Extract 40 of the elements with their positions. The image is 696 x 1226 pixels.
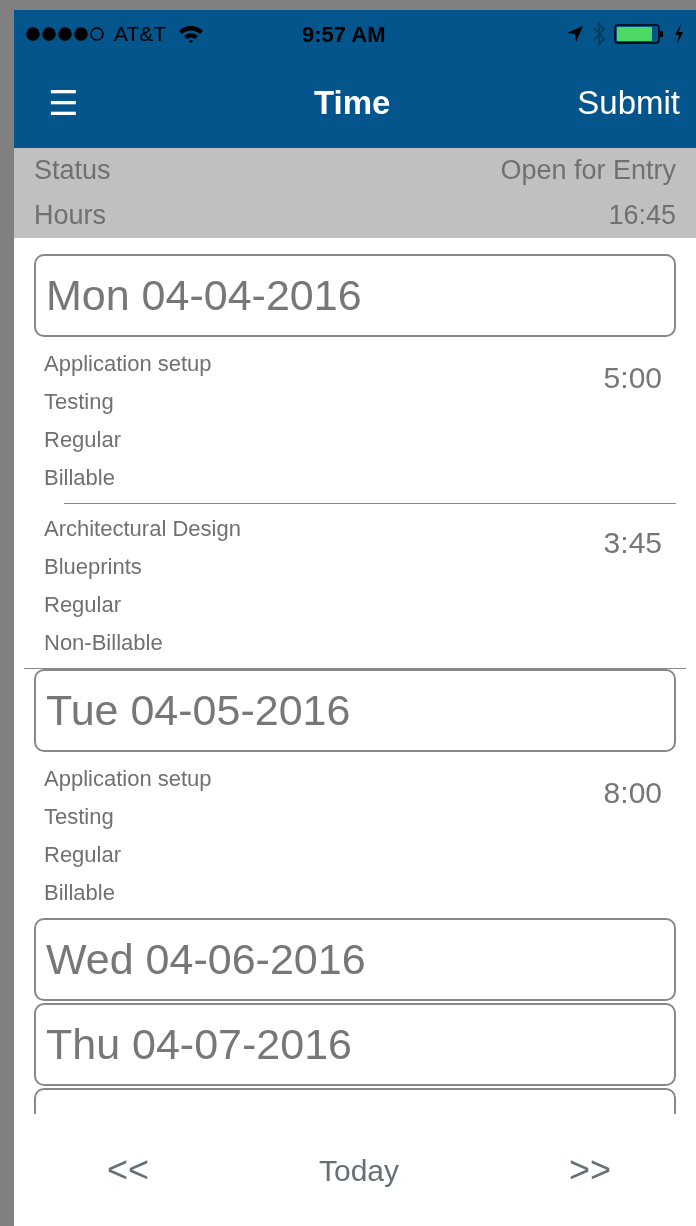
- battery-icon: [614, 23, 666, 45]
- entry-detail: Application setup: [44, 765, 212, 793]
- clock-time: 9:57 AM: [302, 20, 386, 49]
- screen-title: Time: [314, 83, 391, 124]
- entry-detail: Billable: [44, 464, 116, 492]
- summary-label: Status: [34, 154, 111, 188]
- time-entry[interactable]: Application setup Testing Regular Billable 5:00: [34, 345, 676, 503]
- previous-week-button[interactable]: <<: [106, 1143, 149, 1197]
- signal-icon: [26, 27, 106, 41]
- entry-detail: Regular: [44, 841, 123, 869]
- time-entry[interactable]: Architectural Design Blueprints Regular Non-Billable 3:45: [34, 510, 676, 668]
- day-header[interactable]: Thu 04-07-2016: [34, 1003, 676, 1086]
- entry-detail: Non-Billable: [44, 629, 164, 657]
- bluetooth-icon: [592, 22, 606, 46]
- menu-button[interactable]: ☰: [48, 86, 79, 120]
- entry-detail: Testing: [44, 388, 115, 416]
- day-header[interactable]: Mon 04-04-2016: [34, 254, 676, 337]
- location-arrow-icon: [566, 25, 584, 43]
- entry-detail: Blueprints: [44, 553, 143, 581]
- entry-hours: 3:45: [603, 528, 662, 561]
- entry-detail: Regular: [44, 591, 123, 619]
- day-header[interactable]: Tue 04-05-2016: [34, 669, 676, 752]
- wifi-icon: [178, 24, 205, 44]
- submit-button[interactable]: Submit: [577, 78, 680, 128]
- charging-bolt-icon: [674, 24, 684, 44]
- entry-detail: Architectural Design: [44, 515, 241, 543]
- entry-hours: 5:00: [603, 363, 662, 396]
- entry-detail: Testing: [44, 803, 115, 831]
- time-entry[interactable]: Application setup Testing Regular Billable 8:00: [34, 760, 676, 918]
- entry-hours: 8:00: [603, 778, 662, 811]
- carrier-name: AT&T: [114, 21, 167, 48]
- next-week-button[interactable]: >>: [568, 1143, 611, 1197]
- entry-detail: Application setup: [44, 350, 212, 378]
- entry-detail: Billable: [44, 879, 116, 907]
- today-button[interactable]: Today: [318, 1147, 399, 1193]
- entry-detail: Regular: [44, 426, 123, 454]
- day-header[interactable]: Wed 04-06-2016: [34, 918, 676, 1001]
- summary-value: 16:45: [608, 199, 676, 233]
- summary-value: Open for Entry: [500, 154, 676, 188]
- summary-label: Hours: [34, 199, 107, 233]
